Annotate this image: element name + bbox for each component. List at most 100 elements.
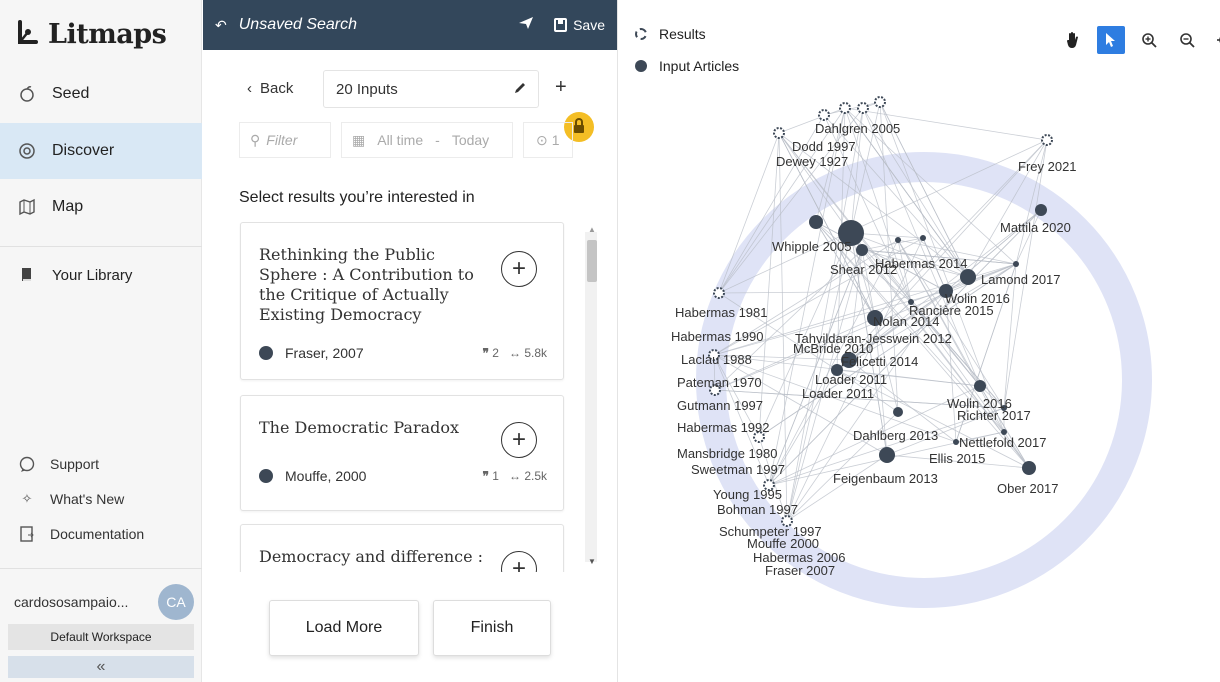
article-label[interactable]: Wolin 2016 xyxy=(947,396,1012,411)
zoom-out-icon[interactable] xyxy=(1173,26,1201,54)
input-article-node[interactable] xyxy=(920,235,926,241)
input-article-node[interactable] xyxy=(841,352,857,368)
recenter-icon[interactable] xyxy=(1211,26,1220,54)
result-node[interactable] xyxy=(773,127,785,139)
back-button[interactable]: ‹ Back xyxy=(247,80,293,97)
article-label[interactable]: Mattila 2020 xyxy=(1000,220,1071,235)
input-article-node[interactable] xyxy=(1022,461,1036,475)
add-result-button[interactable]: + xyxy=(501,551,537,572)
filter-input[interactable]: ⚲ Filter xyxy=(239,122,331,158)
article-label[interactable]: Pateman 1970 xyxy=(677,375,762,390)
finish-button[interactable]: Finish xyxy=(433,600,551,656)
input-article-node[interactable] xyxy=(867,310,883,326)
date-range-selector[interactable]: ▦ All time - Today xyxy=(341,122,513,158)
article-label[interactable]: Fraser 2007 xyxy=(765,563,835,578)
scroll-up-icon[interactable]: ▲ xyxy=(588,225,596,234)
article-label[interactable]: Richter 2017 xyxy=(957,408,1031,423)
article-label[interactable]: Habermas 1981 xyxy=(675,305,768,320)
zoom-in-icon[interactable] xyxy=(1135,26,1163,54)
result-node[interactable] xyxy=(1041,134,1053,146)
litmaps-logo[interactable]: Litmaps xyxy=(14,14,167,54)
input-article-node[interactable] xyxy=(1001,429,1007,435)
article-label[interactable]: Habermas 1990 xyxy=(671,329,764,344)
article-label[interactable]: Feigenbaum 2013 xyxy=(833,471,938,486)
article-label[interactable]: Gutmann 1997 xyxy=(677,398,763,413)
whats-new-link[interactable]: ✧ What's New xyxy=(18,490,125,508)
result-node[interactable] xyxy=(857,102,869,114)
citation-map[interactable]: Results Input Articles Dahlgren 2005 Dodd… xyxy=(619,0,1220,682)
result-card[interactable]: Rethinking the Public Sphere : A Contrib… xyxy=(240,222,564,380)
article-label[interactable]: Lamond 2017 xyxy=(981,272,1061,287)
share-icon[interactable] xyxy=(518,16,534,35)
result-node[interactable] xyxy=(818,109,830,121)
input-article-node[interactable] xyxy=(1013,261,1019,267)
input-article-node[interactable] xyxy=(809,215,823,229)
sidebar-item-seed[interactable]: Seed xyxy=(0,66,202,122)
documentation-link[interactable]: Documentation xyxy=(18,525,144,543)
article-label[interactable]: Rancière 2015 xyxy=(909,303,994,318)
input-article-node[interactable] xyxy=(879,447,895,463)
article-label[interactable]: Felicetti 2014 xyxy=(841,354,918,369)
article-label[interactable]: Mouffe 2000 xyxy=(747,536,819,551)
article-label[interactable]: Dodd 1997 xyxy=(792,139,856,154)
input-article-node[interactable] xyxy=(953,439,959,445)
article-label[interactable]: Laclau 1988 xyxy=(681,352,752,367)
result-card[interactable]: Democracy and difference : + xyxy=(240,524,564,572)
add-result-button[interactable]: + xyxy=(501,422,537,458)
edit-icon[interactable] xyxy=(514,81,526,98)
article-label[interactable]: Frey 2021 xyxy=(1018,159,1077,174)
result-node[interactable] xyxy=(781,515,793,527)
article-label[interactable]: Mansbridge 1980 xyxy=(677,446,777,461)
article-label[interactable]: Habermas 2014 xyxy=(875,256,968,271)
scrollbar-thumb[interactable] xyxy=(587,240,597,282)
article-label[interactable]: Whipple 2005 xyxy=(772,239,852,254)
article-label[interactable]: Bohman 1997 xyxy=(717,502,798,517)
undo-icon[interactable]: ↶ xyxy=(215,17,227,34)
select-pointer-icon[interactable] xyxy=(1097,26,1125,54)
add-input-button[interactable]: + xyxy=(555,76,567,99)
workspace-selector[interactable]: Default Workspace xyxy=(8,624,194,650)
inputs-selector[interactable]: 20 Inputs xyxy=(323,70,539,108)
support-link[interactable]: Support xyxy=(18,455,99,473)
result-node[interactable] xyxy=(713,287,725,299)
add-result-button[interactable]: + xyxy=(501,251,537,287)
input-article-node[interactable] xyxy=(893,407,903,417)
sidebar-item-library[interactable]: Your Library xyxy=(0,247,202,303)
sidebar-item-discover[interactable]: Discover xyxy=(0,123,202,179)
article-label[interactable]: McBride 2010 xyxy=(793,341,873,356)
article-label[interactable]: Young 1995 xyxy=(713,487,782,502)
article-label[interactable]: Dahlgren 2005 xyxy=(815,121,900,136)
avatar[interactable]: CA xyxy=(158,584,194,620)
result-node[interactable] xyxy=(763,479,775,491)
extra-filter[interactable]: ⊙ 1 xyxy=(523,122,573,158)
input-article-node[interactable] xyxy=(908,299,914,305)
save-button[interactable]: Save xyxy=(554,17,605,33)
article-label[interactable]: Dewey 1927 xyxy=(776,154,848,169)
article-label[interactable]: Ellis 2015 xyxy=(929,451,985,466)
result-node[interactable] xyxy=(874,96,886,108)
article-label[interactable]: Tahvildaran-Jesswein 2012 xyxy=(795,331,952,346)
scroll-down-icon[interactable]: ▼ xyxy=(588,557,596,566)
result-node[interactable] xyxy=(839,102,851,114)
input-article-node[interactable] xyxy=(856,244,868,256)
result-node[interactable] xyxy=(709,384,721,396)
article-label[interactable]: Shear 2012 xyxy=(830,262,897,277)
user-account[interactable]: cardososampaio... CA xyxy=(8,584,194,620)
article-label[interactable]: Dahlberg 2013 xyxy=(853,428,938,443)
article-label[interactable]: Ober 2017 xyxy=(997,481,1058,496)
sidebar-item-map[interactable]: Map xyxy=(0,179,202,235)
article-label[interactable]: Sweetman 1997 xyxy=(691,462,785,477)
input-article-node[interactable] xyxy=(838,220,864,246)
article-label[interactable]: Schumpeter 1997 xyxy=(719,524,822,539)
pan-hand-icon[interactable] xyxy=(1059,26,1087,54)
result-node[interactable] xyxy=(753,431,765,443)
input-article-node[interactable] xyxy=(960,269,976,285)
article-label[interactable]: Wolin 2016 xyxy=(945,291,1010,306)
result-node[interactable] xyxy=(708,349,720,361)
article-label[interactable]: Nolan 2014 xyxy=(873,314,940,329)
article-label[interactable]: Habermas 2006 xyxy=(753,550,846,565)
article-label[interactable]: Nettlefold 2017 xyxy=(959,435,1046,450)
article-label[interactable]: Habermas 1992 xyxy=(677,420,770,435)
input-article-node[interactable] xyxy=(974,380,986,392)
input-article-node[interactable] xyxy=(1001,405,1007,411)
